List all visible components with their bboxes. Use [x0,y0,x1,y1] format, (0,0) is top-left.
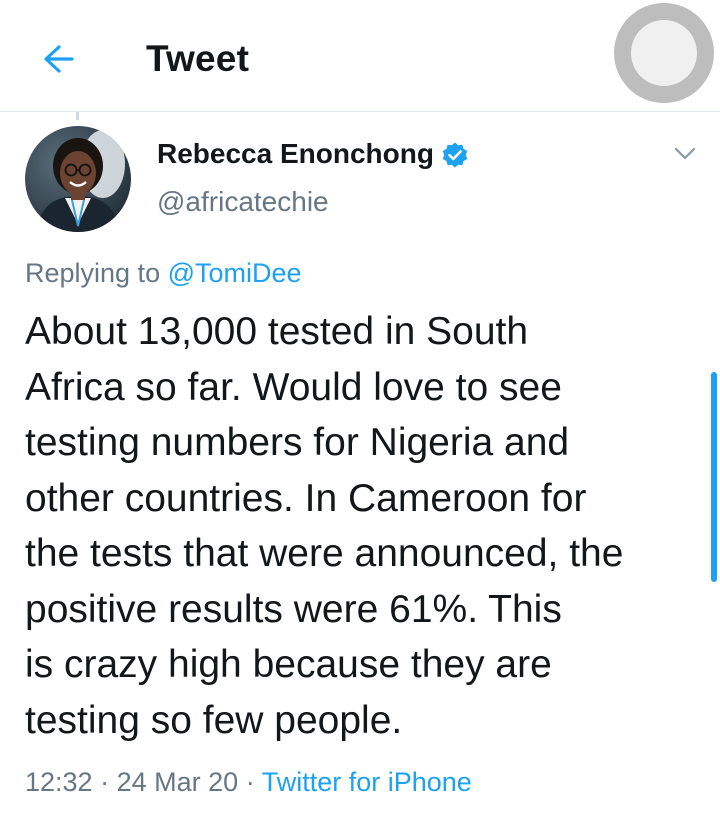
tweet-options-button[interactable] [670,140,700,168]
tweet-text-line: testing so few people. [25,698,403,742]
scrollbar[interactable] [711,372,717,582]
tweet-text-line: testing numbers for Nigeria and [25,421,570,464]
tweet-time: 12:32 [25,767,93,797]
meta-separator: · [245,767,255,797]
page-title: Tweet [146,38,250,79]
profile-photo [25,126,131,232]
tweet-detail-screen: Tweet Rebecca Enonchong @africatechie Re… [0,0,720,819]
tweet-text: About 13,000 tested in South Africa so f… [25,304,705,748]
tweet-text-line: other countries. In Cameroon for [25,476,587,520]
tweet-source-link[interactable]: Twitter for iPhone [262,767,472,797]
replying-to-label: Replying to [25,258,161,288]
thread-connector [76,112,79,120]
verified-badge-icon [442,142,468,168]
replying-to-line: Replying to @TomiDee [25,258,302,289]
tweet-date: 24 Mar 20 [116,767,239,797]
tweet-text-line: About 13,000 tested in South [25,310,529,353]
author-handle[interactable]: @africatechie [157,186,329,218]
tweet-text-line: is crazy high because they are [25,643,552,686]
reply-mention-link[interactable]: @TomiDee [168,258,302,288]
tweet-meta: 12:32 · 24 Mar 20 · Twitter for iPhone [25,767,472,798]
top-app-bar: Tweet [0,0,720,112]
tweet-text-line: the tests that were announced, the [25,532,624,575]
chevron-down-icon [674,147,696,160]
back-button[interactable] [28,30,84,86]
avatar[interactable] [25,126,131,232]
floating-overlay-button[interactable] [614,3,714,103]
meta-separator: · [100,767,110,797]
overlay-button-inner [631,20,697,86]
author-name[interactable]: Rebecca Enonchong [157,138,434,170]
tweet-text-line: positive results were 61%. This [25,587,562,631]
arrow-left-icon [44,45,74,73]
tweet-text-line: Africa so far. Would love to see [25,365,562,409]
